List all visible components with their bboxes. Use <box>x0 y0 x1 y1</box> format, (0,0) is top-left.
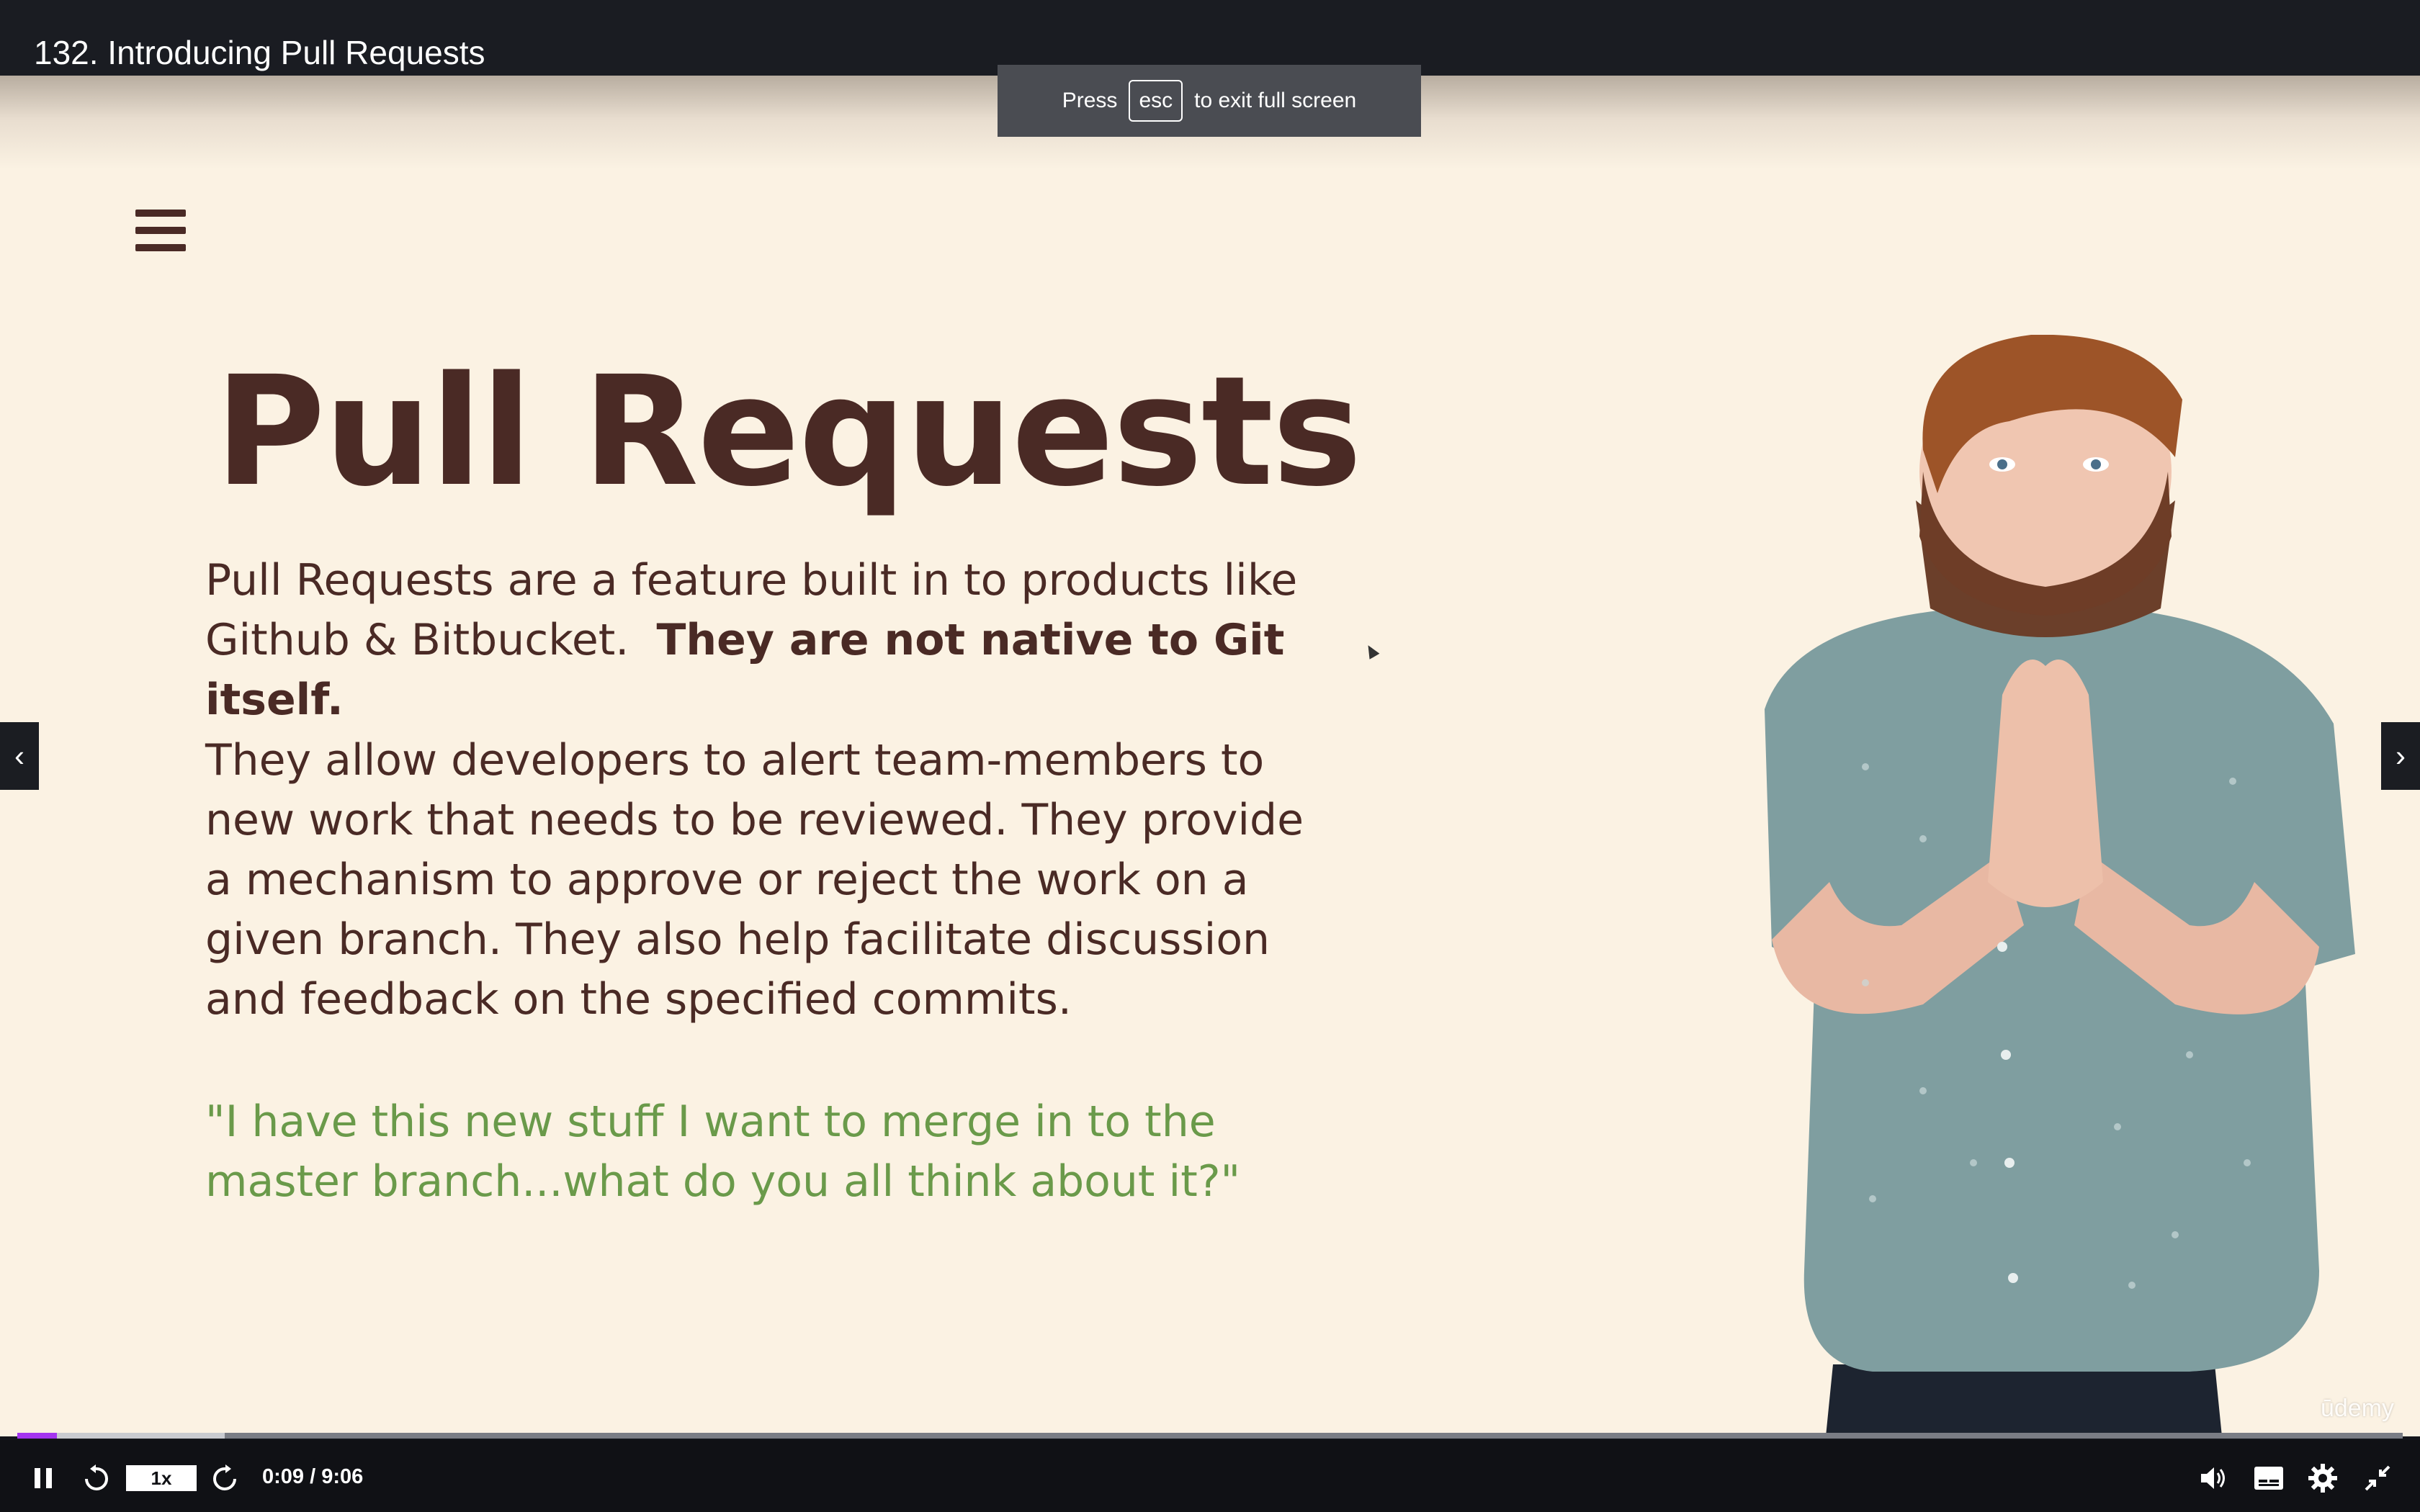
forward-5-icon <box>213 1464 236 1490</box>
rewind-5-icon <box>85 1464 108 1490</box>
presenter-image <box>1765 335 2355 1436</box>
gear-icon <box>2308 1464 2337 1493</box>
captions-icon <box>2254 1467 2283 1490</box>
lecture-title: 132. Introducing Pull Requests <box>34 34 485 71</box>
forward-button[interactable] <box>209 1462 242 1495</box>
volume-button[interactable] <box>2197 1462 2230 1495</box>
slide-paragraph-1: Pull Requests are a feature built in to … <box>205 551 1372 730</box>
progress-bar[interactable] <box>17 1433 2403 1439</box>
udemy-watermark: ūdemy <box>2321 1395 2395 1422</box>
exit-fullscreen-button[interactable] <box>2361 1462 2394 1495</box>
slide-quote: "I have this new stuff I want to merge i… <box>205 1097 1241 1207</box>
captions-button[interactable] <box>2251 1462 2286 1495</box>
slide-title: Pull Requests <box>215 343 1362 520</box>
toast-suffix: to exit full screen <box>1194 89 1357 112</box>
rewind-button[interactable] <box>79 1462 112 1495</box>
pause-icon <box>35 1468 52 1488</box>
settings-button[interactable] <box>2306 1462 2339 1495</box>
playback-speed-button[interactable]: 1x <box>126 1465 197 1491</box>
next-lecture-button[interactable]: › <box>2381 722 2420 790</box>
pause-button[interactable] <box>29 1462 58 1495</box>
fullscreen-toast: Press esc to exit full screen <box>998 65 1421 137</box>
hamburger-icon <box>135 210 186 260</box>
chevron-right-icon: › <box>2396 739 2406 773</box>
volume-icon <box>2201 1467 2225 1489</box>
chevron-left-icon: ‹ <box>14 739 24 773</box>
esc-key-badge: esc <box>1129 80 1183 122</box>
toast-prefix: Press <box>1062 89 1118 112</box>
video-frame[interactable]: Pull Requests Pull Requests are a featur… <box>0 76 2420 1436</box>
previous-lecture-button[interactable]: ‹ <box>0 722 39 790</box>
exit-fullscreen-icon <box>2365 1465 2390 1491</box>
progress-played <box>17 1433 57 1439</box>
slide-paragraph-2: They allow developers to alert team-memb… <box>205 735 1304 1025</box>
playback-time: 0:09 / 9:06 <box>262 1465 364 1488</box>
